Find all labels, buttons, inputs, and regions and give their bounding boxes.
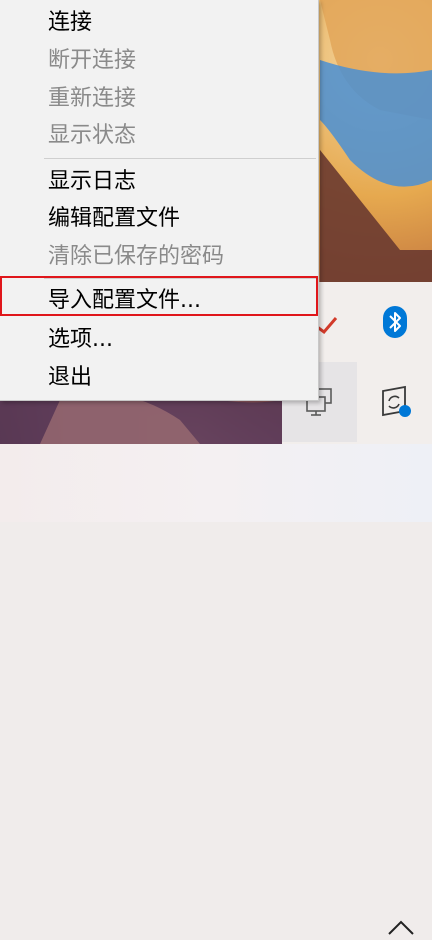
menu-item-show-log[interactable]: 显示日志 xyxy=(0,163,318,201)
tray-bluetooth[interactable] xyxy=(357,282,432,362)
menu-item-disconnect[interactable]: 断开连接 xyxy=(0,42,318,80)
menu-item-exit[interactable]: 退出 xyxy=(0,359,318,397)
menu-item-options[interactable]: 选项... xyxy=(0,321,318,359)
menu-item-edit-config[interactable]: 编辑配置文件 xyxy=(0,200,318,238)
openvpn-context-menu: 连接 断开连接 重新连接 显示状态 显示日志 编辑配置文件 清除已保存的密码 导… xyxy=(0,0,319,401)
menu-item-connect[interactable]: 连接 xyxy=(0,4,318,42)
menu-item-show-status[interactable]: 显示状态 xyxy=(0,117,318,155)
tray-sync-status[interactable] xyxy=(357,362,432,442)
sync-status-icon xyxy=(381,385,411,417)
chevron-up-icon[interactable] xyxy=(384,914,418,940)
bluetooth-icon xyxy=(382,306,407,338)
menu-item-clear-saved-passwords[interactable]: 清除已保存的密码 xyxy=(0,238,318,276)
import-config-highlight-box xyxy=(0,276,318,316)
menu-item-reconnect[interactable]: 重新连接 xyxy=(0,80,318,118)
menu-separator xyxy=(44,158,316,159)
taskbar-area xyxy=(0,444,432,935)
